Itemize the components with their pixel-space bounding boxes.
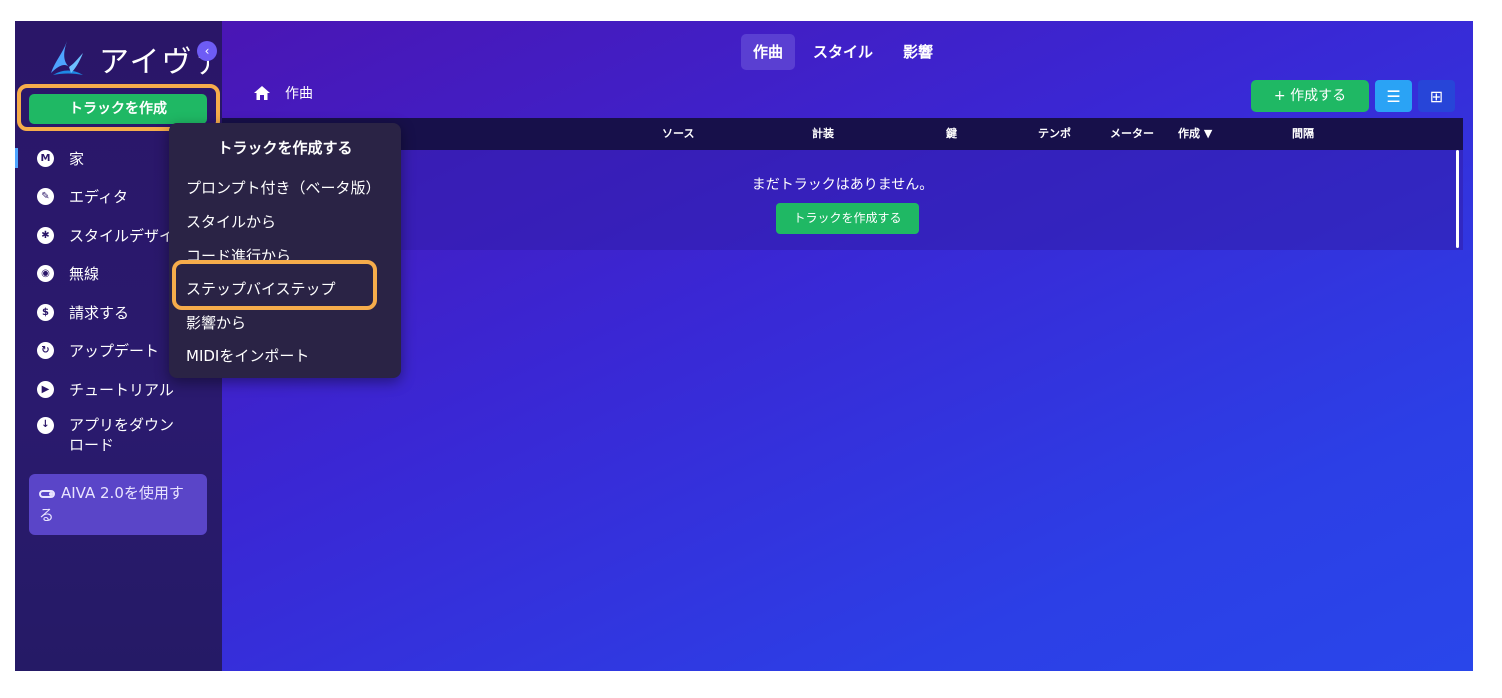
music-icon: M [37, 149, 54, 167]
sidebar-item-label: アプリをダウンロード [69, 415, 175, 454]
create-track-menu: トラックを作成する プロンプト付き（ベータ版） スタイルから コード進行から ス… [169, 123, 401, 378]
sidebar-item-label: 請求する [69, 303, 130, 322]
logo-text: アイヴァ [99, 45, 209, 80]
column-instrumentation[interactable]: 計装 [812, 118, 834, 150]
pencil-icon: ✎ [37, 188, 54, 206]
column-key[interactable]: 鍵 [946, 118, 957, 150]
tab-composition[interactable]: 作曲 [741, 34, 796, 70]
menu-item-from-influence[interactable]: 影響から [186, 312, 246, 333]
home-icon[interactable] [253, 85, 271, 101]
scrollbar[interactable] [1456, 150, 1459, 248]
aiva-2-toggle[interactable]: AIVA 2.0を使用する [29, 474, 207, 535]
style-icon: ✱ [37, 226, 54, 244]
download-icon: ↓ [37, 416, 54, 434]
sidebar-item-download-app[interactable]: ↓ アプリをダウンロード [15, 409, 187, 455]
empty-create-track-button[interactable]: トラックを作成する [776, 203, 919, 234]
update-icon: ↻ [37, 342, 54, 360]
aiva-logo-icon [51, 41, 83, 75]
create-new-button[interactable]: + 作成する [1251, 80, 1369, 112]
sidebar-item-label: 無線 [69, 265, 100, 284]
menu-title: トラックを作成する [217, 139, 353, 157]
column-duration[interactable]: 間隔 [1292, 118, 1314, 150]
menu-item-from-style[interactable]: スタイルから [186, 211, 276, 232]
list-view-icon[interactable]: ☰ [1375, 80, 1412, 112]
dollar-icon: $ [37, 303, 54, 321]
aiva-toggle-label: AIVA 2.0を使用する [39, 484, 184, 524]
highlight-step-by-step [172, 260, 377, 310]
radio-icon: ◉ [37, 265, 54, 283]
table-header: ソース 計装 鍵 テンポ メーター 作成 ▼ 間隔 [222, 118, 1463, 150]
sidebar-item-label: 家 [69, 149, 85, 168]
header-actions: + 作成する ☰ ⊞ [1251, 80, 1455, 112]
column-created[interactable]: 作成 ▼ [1178, 118, 1212, 150]
tab-style[interactable]: スタイル [801, 34, 885, 70]
collapse-sidebar-icon[interactable]: ‹ [197, 41, 217, 61]
column-tempo[interactable]: テンポ [1038, 118, 1071, 150]
grid-view-icon[interactable]: ⊞ [1418, 80, 1455, 112]
table-body: まだトラックはありません。 トラックを作成する [222, 150, 1463, 250]
app-window: アイヴァ ‹ トラックを作成 M 家 ✎ エディタ ✱ スタイルデザイナー ◉ … [15, 21, 1473, 671]
empty-state-text: まだトラックはありません。 [751, 177, 934, 193]
breadcrumb-current: 作曲 [285, 86, 313, 102]
tab-influence[interactable]: 影響 [891, 34, 945, 70]
toggle-icon [39, 489, 55, 498]
menu-item-import-midi[interactable]: MIDIをインポート [186, 345, 309, 366]
play-icon: ▶ [37, 380, 54, 398]
breadcrumb: 作曲 [253, 83, 313, 103]
sidebar-item-label: チュートリアル [69, 380, 174, 399]
sidebar-item-label: アップデート [69, 342, 160, 361]
menu-item-prompt[interactable]: プロンプト付き（ベータ版） [186, 177, 381, 198]
column-source[interactable]: ソース [662, 118, 694, 150]
top-tabs: 作曲 スタイル 影響 [741, 34, 945, 70]
sidebar-item-label: エディタ [69, 188, 128, 207]
column-meter[interactable]: メーター [1110, 118, 1154, 150]
